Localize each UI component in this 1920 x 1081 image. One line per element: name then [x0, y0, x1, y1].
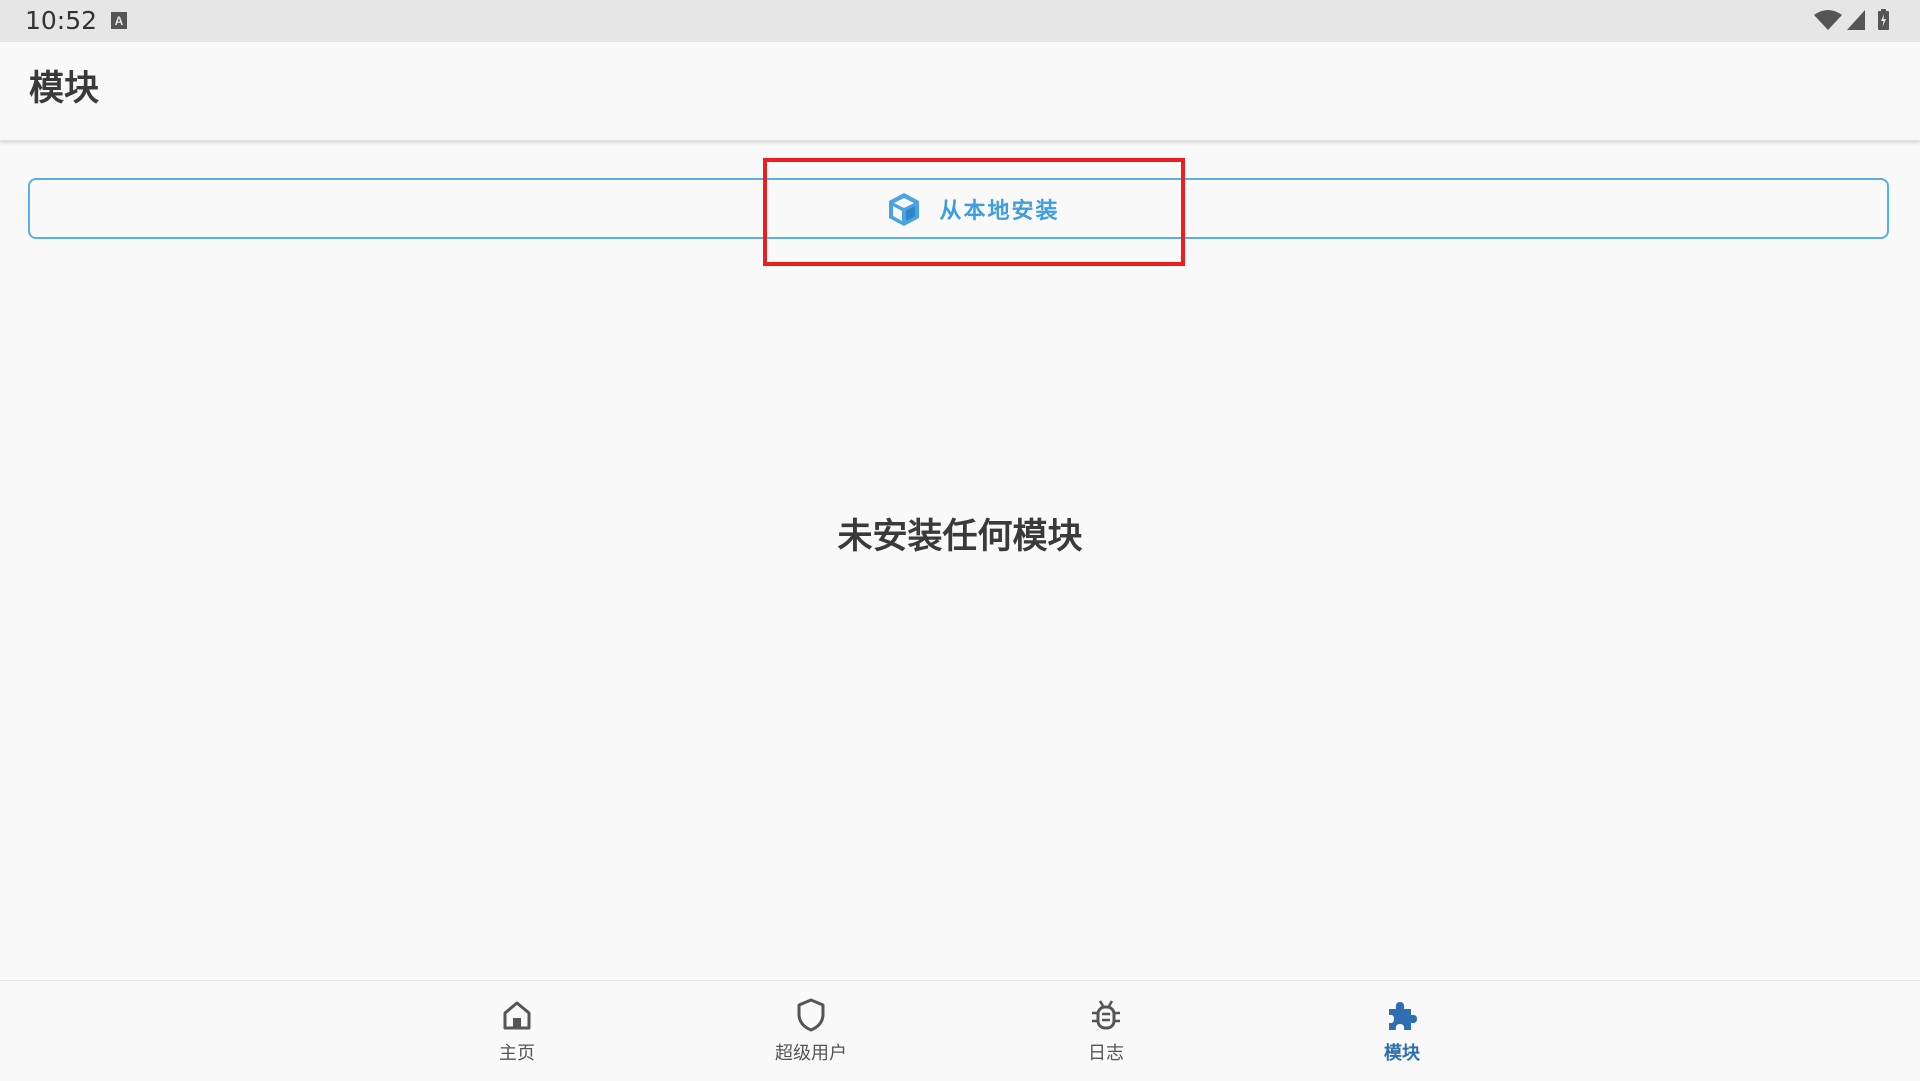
puzzle-icon	[1389, 1002, 1417, 1030]
battery-icon	[1878, 9, 1889, 30]
wifi-icon	[1814, 10, 1842, 30]
svg-text:A: A	[115, 14, 124, 28]
keyboard-a-icon: A	[111, 12, 127, 29]
signal-icon	[1847, 10, 1865, 30]
nav-label-superuser: 超级用户	[775, 1043, 847, 1064]
empty-state-message: 未安装任何模块	[837, 517, 1083, 557]
nav-label-home: 主页	[499, 1043, 535, 1064]
nav-item-home[interactable]: 主页	[437, 997, 597, 1073]
bottom-navigation: 主页 超级用户 日志 模块	[0, 980, 1920, 1081]
box-icon	[889, 192, 920, 226]
nav-label-modules: 模块	[1384, 1043, 1420, 1064]
app-bar: 模块	[0, 42, 1920, 141]
nav-label-logs: 日志	[1088, 1043, 1124, 1064]
shield-icon	[797, 998, 825, 1032]
status-bar: 10:52 A	[0, 0, 1920, 42]
install-button-label: 从本地安装	[939, 198, 1060, 224]
status-time: 10:52	[25, 6, 98, 35]
bug-icon	[1092, 1000, 1120, 1030]
install-button-content: 从本地安装	[885, 190, 1059, 228]
nav-item-modules[interactable]: 模块	[1322, 997, 1482, 1073]
home-icon	[503, 1001, 531, 1030]
nav-item-superuser[interactable]: 超级用户	[731, 997, 891, 1073]
page-title: 模块	[29, 69, 100, 109]
install-from-local-button[interactable]: 从本地安装	[28, 178, 1889, 239]
nav-item-logs[interactable]: 日志	[1026, 997, 1186, 1073]
